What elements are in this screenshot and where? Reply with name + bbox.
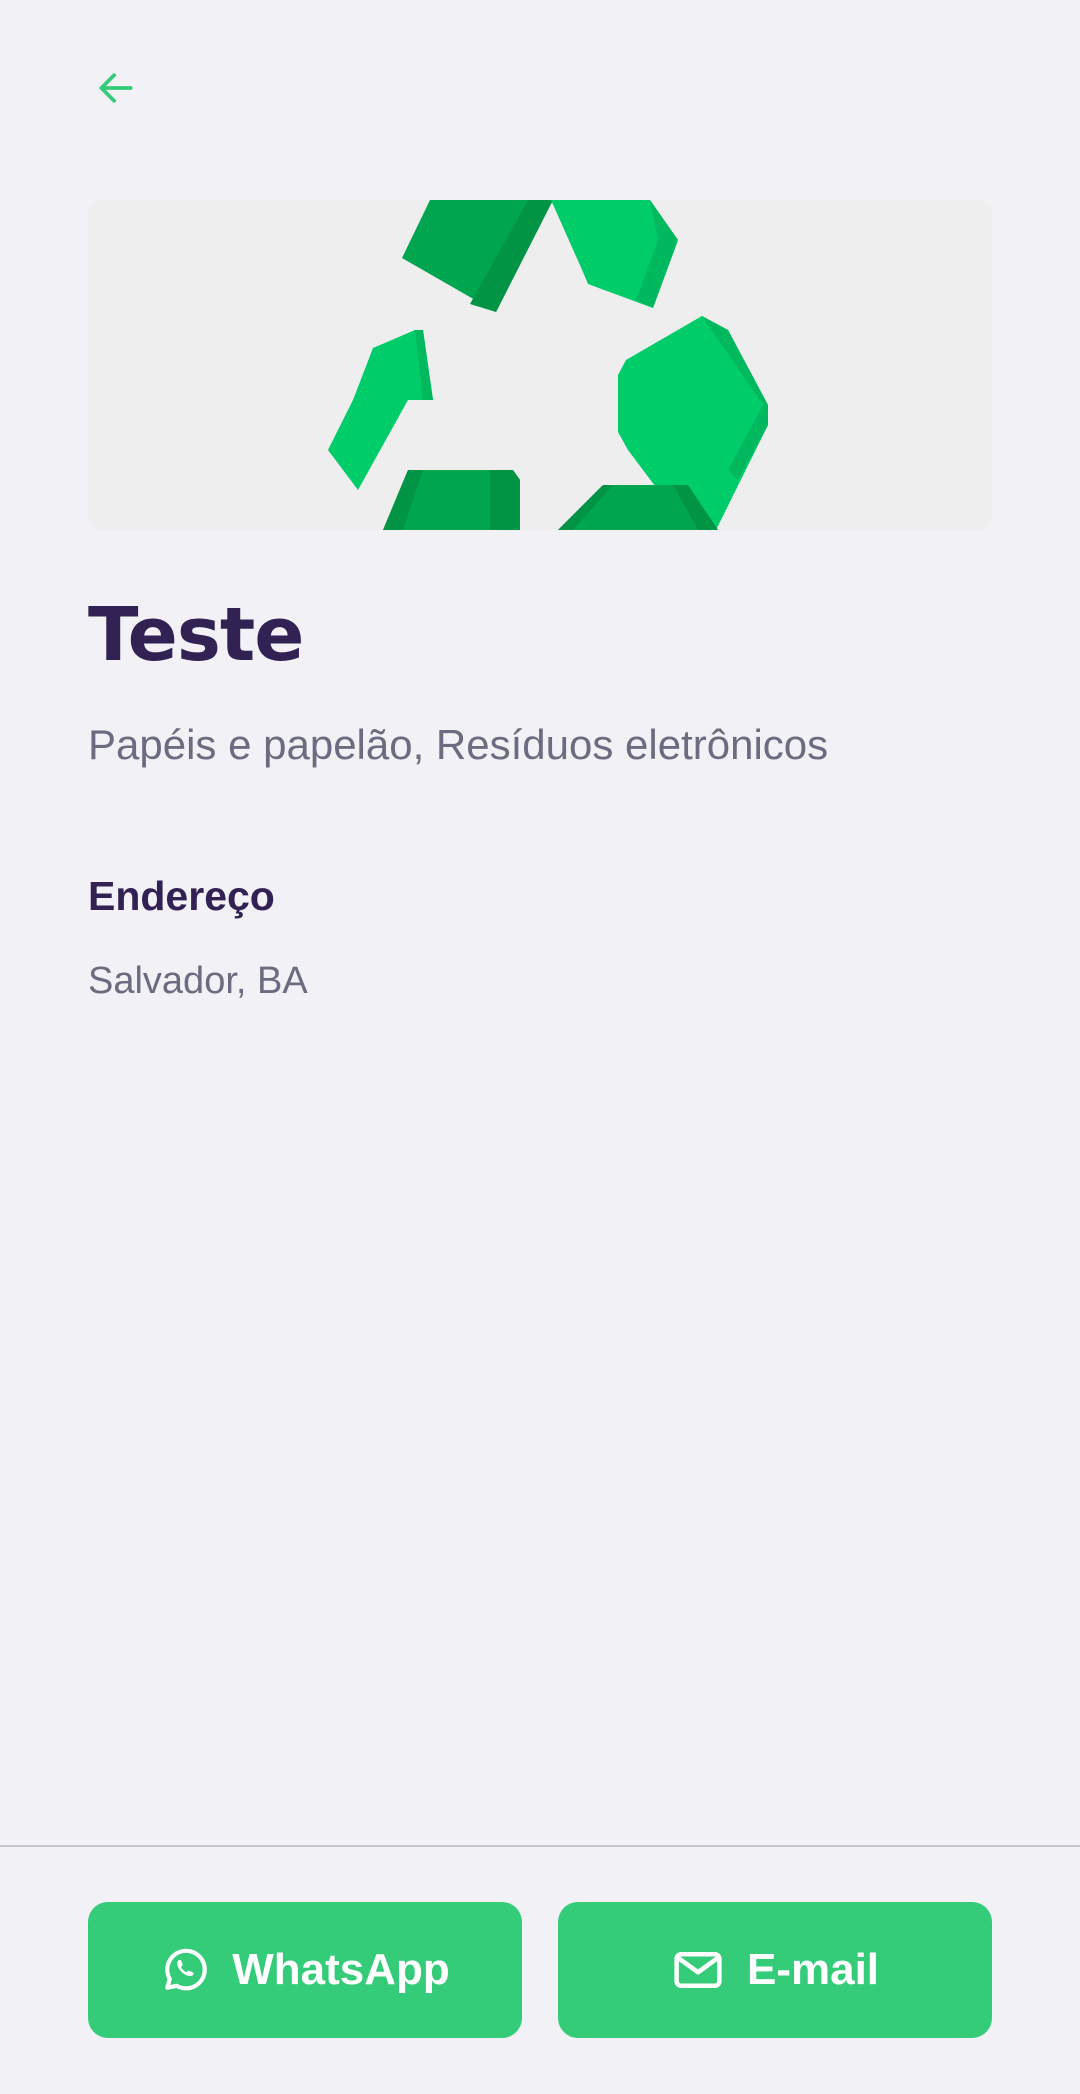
whatsapp-label: WhatsApp [232,1945,450,1994]
back-button[interactable] [88,60,144,116]
address-heading: Endereço [88,873,275,919]
email-label: E-mail [746,1945,880,1994]
recycle-icon [328,200,768,530]
footer-divider [0,1845,1080,1847]
address-value: Salvador, BA [88,960,308,1002]
mail-icon [671,1943,725,1997]
whatsapp-icon [160,1945,210,1995]
email-button[interactable]: E-mail [558,1902,992,2038]
whatsapp-button[interactable]: WhatsApp [88,1902,522,2038]
arrow-left-icon [99,73,133,103]
point-items: Papéis e papelão, Resíduos eletrônicos [88,721,829,768]
point-detail-screen: Teste Papéis e papelão, Resíduos eletrôn… [0,0,1080,2094]
point-image [88,200,992,530]
point-title: Teste [88,592,304,678]
